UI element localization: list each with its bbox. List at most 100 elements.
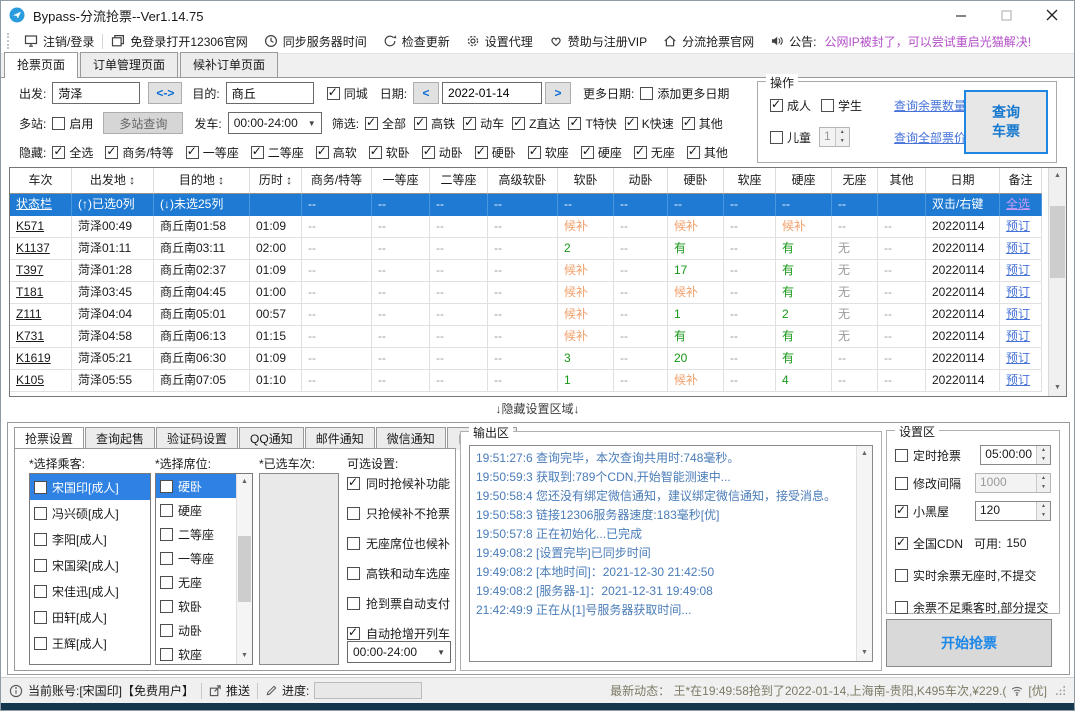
same-city-checkbox[interactable]: 同城	[327, 85, 368, 102]
seat-hide-checkbox[interactable]: 商务/特等	[105, 144, 173, 161]
seat-item[interactable]: 一等座	[156, 546, 237, 570]
student-checkbox[interactable]: 学生	[821, 97, 862, 114]
multi-enable-checkbox[interactable]: 启用	[52, 115, 93, 132]
grab-time-range-select[interactable]: 00:00-24:00▼	[347, 641, 451, 663]
checkbox-icon[interactable]	[160, 480, 173, 493]
train-number[interactable]: K571	[10, 216, 72, 238]
train-row[interactable]: K1137菏泽01:11商丘南03:1102:00--------2--有--有…	[10, 238, 1050, 260]
stepper-arrows-icon[interactable]: ▲▼	[1036, 474, 1050, 492]
table-scrollbar[interactable]: ▲ ▼	[1048, 168, 1066, 396]
column-header[interactable]: 商务/特等	[302, 168, 372, 194]
seat-item[interactable]: 软卧	[156, 594, 237, 618]
train-number[interactable]: K105	[10, 370, 72, 392]
open-12306-button[interactable]: 免登录打开12306官网	[103, 33, 255, 50]
checkbox-icon[interactable]	[34, 507, 47, 520]
checkbox-icon[interactable]	[160, 648, 173, 661]
seat-hide-checkbox[interactable]: 无座	[634, 144, 675, 161]
booking-tab[interactable]: 验证码设置	[156, 427, 238, 450]
from-input[interactable]	[52, 82, 140, 104]
column-header[interactable]: 高级软卧	[488, 168, 558, 194]
minimize-button[interactable]	[939, 1, 984, 29]
passenger-item[interactable]: 冯兴硕[成人]	[30, 500, 150, 526]
blackroom-checkbox[interactable]	[895, 505, 908, 518]
train-type-checkbox[interactable]: 高铁	[414, 115, 455, 132]
train-number[interactable]: K1619	[10, 348, 72, 370]
column-header[interactable]: 历时 ↕	[250, 168, 302, 194]
adult-checkbox[interactable]: 成人	[770, 97, 811, 114]
option-checkbox[interactable]: 无座席位也候补	[347, 533, 453, 553]
checkbox-icon[interactable]	[34, 533, 47, 546]
seat-hide-checkbox[interactable]: 一等座	[186, 144, 239, 161]
checkbox-icon[interactable]	[160, 600, 173, 613]
official-site-button[interactable]: 分流抢票官网	[655, 33, 762, 50]
scroll-thumb[interactable]	[1050, 206, 1065, 278]
output-scrollbar[interactable]: ▲ ▼	[856, 446, 872, 661]
passenger-item[interactable]: 李阳[成人]	[30, 526, 150, 552]
scroll-thumb[interactable]	[238, 536, 251, 602]
seat-item[interactable]: 软座	[156, 642, 237, 664]
blackroom-stepper[interactable]: 120▲▼	[975, 501, 1051, 521]
date-input[interactable]	[442, 82, 542, 104]
book-link[interactable]: 预订	[1000, 326, 1042, 348]
passenger-item[interactable]: 宋佳迅[成人]	[30, 578, 150, 604]
stepper-arrows-icon[interactable]: ▲▼	[1036, 446, 1050, 464]
column-header[interactable]: 目的地 ↕	[154, 168, 250, 194]
column-header[interactable]: 无座	[832, 168, 878, 194]
column-header[interactable]: 车次	[10, 168, 72, 194]
scroll-down-icon[interactable]: ▼	[1049, 380, 1066, 396]
scroll-up-icon[interactable]: ▲	[857, 446, 872, 462]
no-standing-checkbox[interactable]	[895, 569, 908, 582]
column-header[interactable]: 备注	[1000, 168, 1042, 194]
train-number[interactable]: K1137	[10, 238, 72, 260]
seat-hide-checkbox[interactable]: 软座	[528, 144, 569, 161]
child-checkbox[interactable]: 儿童	[770, 129, 811, 146]
chosen-trains-box[interactable]	[259, 473, 339, 665]
sync-time-button[interactable]: 同步服务器时间	[256, 33, 375, 50]
train-type-checkbox[interactable]: 其他	[682, 115, 723, 132]
column-header[interactable]: 一等座	[372, 168, 430, 194]
passenger-list[interactable]: 宋国印[成人]冯兴硕[成人]李阳[成人]宋国梁[成人]宋佳迅[成人]田轩[成人]…	[29, 473, 151, 665]
checkbox-icon[interactable]	[34, 585, 47, 598]
book-link[interactable]: 预订	[1000, 304, 1042, 326]
close-button[interactable]	[1029, 1, 1074, 29]
checkbox-icon[interactable]	[34, 611, 47, 624]
passenger-item[interactable]: 宋国印[成人]	[30, 474, 150, 500]
seat-list[interactable]: 硬卧硬座二等座一等座无座软卧动卧软座商务座特等座 ▲ ▼	[155, 473, 253, 665]
seat-hide-checkbox[interactable]: 二等座	[251, 144, 304, 161]
train-row[interactable]: T181菏泽03:45商丘南04:4501:00--------候补--候补--…	[10, 282, 1050, 304]
seat-item[interactable]: 二等座	[156, 522, 237, 546]
column-header[interactable]: 硬卧	[668, 168, 724, 194]
option-checkbox[interactable]: 自动抢增开列车	[347, 623, 453, 643]
option-checkbox[interactable]: 抢到票自动支付	[347, 593, 453, 613]
query-tickets-button[interactable]: 查询 车票	[964, 90, 1048, 154]
interval-stepper[interactable]: 1000▲▼	[975, 473, 1051, 493]
checkbox-icon[interactable]	[34, 559, 47, 572]
child-count-stepper[interactable]: 1▲▼	[819, 127, 850, 147]
logout-login-button[interactable]: 注销/登录	[16, 33, 102, 50]
checkbox-icon[interactable]	[160, 528, 173, 541]
swap-stations-button[interactable]: <->	[148, 82, 182, 104]
train-row[interactable]: K731菏泽04:58商丘南06:1301:15--------候补--有--有…	[10, 326, 1050, 348]
train-number[interactable]: K731	[10, 326, 72, 348]
next-date-button[interactable]: >	[545, 82, 571, 104]
seat-item[interactable]: 无座	[156, 570, 237, 594]
set-proxy-button[interactable]: 设置代理	[458, 33, 541, 50]
maximize-button[interactable]	[984, 1, 1029, 29]
train-row[interactable]: T397菏泽01:28商丘南02:3701:09--------候补--17--…	[10, 260, 1050, 282]
checkbox-icon[interactable]	[160, 576, 173, 589]
add-more-dates-checkbox[interactable]: 添加更多日期	[640, 85, 729, 102]
option-checkbox[interactable]: 高铁和动车选座	[347, 563, 453, 583]
booking-tab[interactable]: 微信通知	[376, 427, 446, 450]
start-grab-button[interactable]: 开始抢票	[886, 619, 1052, 667]
passenger-item[interactable]: 田轩[成人]	[30, 604, 150, 630]
column-header[interactable]: 日期	[926, 168, 1000, 194]
train-row[interactable]: K1619菏泽05:21商丘南06:3001:09--------3--20--…	[10, 348, 1050, 370]
train-type-checkbox[interactable]: 全部	[365, 115, 406, 132]
column-header[interactable]: 软座	[724, 168, 776, 194]
seat-hide-checkbox[interactable]: 其他	[687, 144, 728, 161]
tab-grab-page[interactable]: 抢票页面	[4, 52, 78, 78]
booking-tab[interactable]: 查询起售	[85, 427, 155, 450]
book-link[interactable]: 预订	[1000, 216, 1042, 238]
stepper-arrows-icon[interactable]: ▲▼	[835, 128, 849, 146]
output-log-box[interactable]: 19:51:27:6 查询完毕，本次查询共用时:748毫秒。19:50:59:3…	[469, 445, 873, 662]
